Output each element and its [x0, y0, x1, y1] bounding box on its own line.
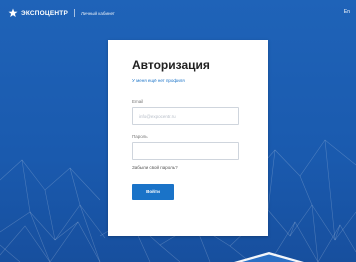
forgot-password-link[interactable]: Забыли свой пароль?	[132, 165, 244, 170]
brand-name: ЭКСПОЦЕНТР	[21, 9, 69, 17]
email-field[interactable]	[132, 107, 239, 125]
password-group: Пароль	[132, 134, 244, 160]
email-label: Email	[132, 99, 144, 104]
register-link[interactable]: У меня ещё нет профиля	[132, 78, 244, 83]
top-header: ЭКСПОЦЕНТР Личный кабинет	[0, 0, 356, 26]
brand-logo[interactable]: ЭКСПОЦЕНТР	[8, 8, 68, 18]
star-logo-icon	[8, 8, 18, 17]
password-field[interactable]	[132, 142, 239, 160]
login-button[interactable]: Войти	[132, 183, 174, 200]
page-title: Авторизация	[132, 58, 210, 72]
email-group: Email	[132, 99, 244, 125]
login-card: Авторизация У меня ещё нет профиля Email…	[108, 40, 268, 236]
password-label: Пароль	[132, 134, 148, 139]
header-divider	[74, 9, 76, 17]
language-switch[interactable]: En	[344, 9, 350, 15]
section-title: Личный кабинет	[81, 10, 115, 16]
bottom-tab-shape	[234, 252, 304, 262]
